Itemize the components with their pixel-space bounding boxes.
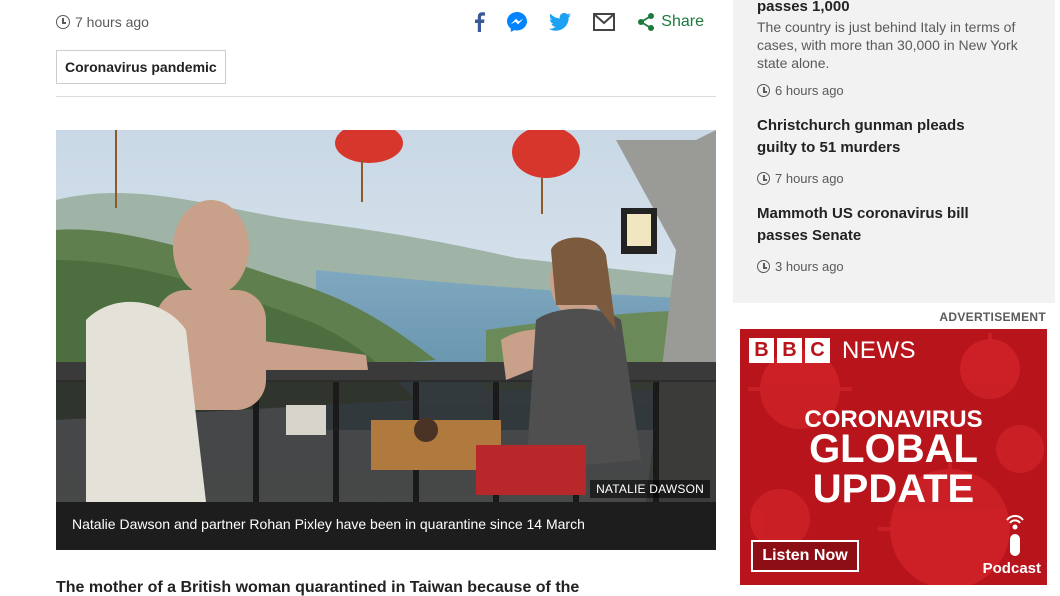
email-icon[interactable] bbox=[593, 13, 616, 31]
article-timestamp: 7 hours ago bbox=[56, 14, 149, 30]
share-bar: Share bbox=[473, 12, 704, 32]
photo-credit: NATALIE DAWSON bbox=[590, 480, 710, 498]
share-icon bbox=[638, 13, 655, 31]
clock-icon bbox=[757, 84, 770, 97]
share-button[interactable]: Share bbox=[637, 13, 704, 31]
podcast-advert[interactable]: B B C NEWS CORONAVIRUS GLOBAL UPDATE Lis… bbox=[740, 329, 1047, 585]
photo-caption: Natalie Dawson and partner Rohan Pixley … bbox=[56, 502, 716, 550]
story-2-timestamp: 7 hours ago bbox=[757, 171, 844, 186]
story-1-timestamp: 6 hours ago bbox=[757, 83, 844, 98]
article-time-text: 7 hours ago bbox=[75, 14, 149, 30]
twitter-icon[interactable] bbox=[549, 13, 572, 31]
share-label: Share bbox=[661, 13, 704, 30]
story-1-time: 6 hours ago bbox=[775, 83, 844, 98]
logo-letter-b2: B bbox=[777, 338, 802, 363]
messenger-icon[interactable] bbox=[507, 12, 528, 32]
clock-icon bbox=[757, 260, 770, 273]
clock-icon bbox=[56, 15, 70, 29]
story-3-title-line2: passes Senate bbox=[757, 227, 862, 244]
story-3-time: 3 hours ago bbox=[775, 259, 844, 274]
ad-headline-line3: UPDATE bbox=[812, 467, 975, 511]
logo-letter-b1: B bbox=[749, 338, 774, 363]
bbc-logo: B B C bbox=[749, 338, 830, 363]
facebook-icon[interactable] bbox=[473, 12, 486, 32]
story-2-title-line1: Christchurch gunman pleads bbox=[757, 117, 965, 134]
story-2-title-line2: guilty to 51 murders bbox=[757, 139, 901, 156]
microphone-icon bbox=[1006, 515, 1024, 556]
top-stories-panel: passes 1,000 The country is just behind … bbox=[733, 0, 1055, 303]
article-lede: The mother of a British woman quarantine… bbox=[56, 579, 580, 596]
divider bbox=[56, 96, 716, 97]
article-meta: 7 hours ago Share bbox=[56, 12, 716, 36]
clock-icon bbox=[757, 172, 770, 185]
advertisement-label: ADVERTISEMENT bbox=[939, 310, 1046, 324]
news-wordmark: NEWS bbox=[842, 337, 916, 364]
listen-now-button[interactable]: Listen Now bbox=[751, 540, 859, 572]
story-1-title[interactable]: passes 1,000 bbox=[757, 0, 850, 18]
story-3-title-line1: Mammoth US coronavirus bill bbox=[757, 205, 969, 222]
story-3-timestamp: 3 hours ago bbox=[757, 259, 844, 274]
topic-tag[interactable]: Coronavirus pandemic bbox=[56, 50, 226, 84]
logo-letter-c: C bbox=[805, 338, 830, 363]
article-photo: NATALIE DAWSON bbox=[56, 130, 716, 502]
story-2-time: 7 hours ago bbox=[775, 171, 844, 186]
podcast-label: Podcast bbox=[982, 560, 1041, 577]
ad-headline-line2: GLOBAL bbox=[809, 427, 978, 471]
story-1-summary: The country is just behind Italy in term… bbox=[757, 19, 1018, 71]
